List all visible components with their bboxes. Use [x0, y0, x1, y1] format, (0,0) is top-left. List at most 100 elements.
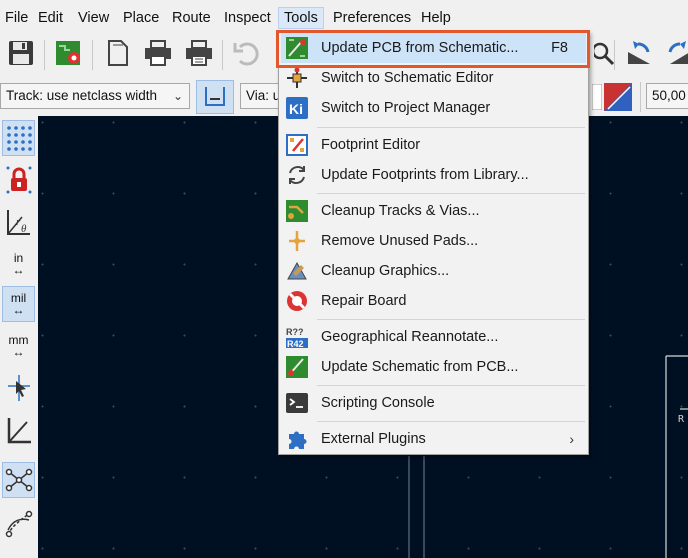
curved-ratsnest-toggle[interactable] [2, 506, 35, 542]
menu-help[interactable]: Help [416, 8, 456, 30]
canvas-reference-label: R [678, 414, 685, 425]
menu-edit[interactable]: Edit [33, 8, 68, 30]
print-icon [145, 40, 171, 66]
rotate-ccw-icon [628, 41, 650, 64]
polar-coords-icon: r θ [6, 210, 30, 235]
separator [44, 40, 45, 70]
menu-item-label: Cleanup Tracks & Vias... [321, 203, 480, 219]
footprint-editor-icon [285, 133, 309, 157]
polar-coords-toggle[interactable]: r θ [2, 204, 35, 240]
menu-item-footprint-editor[interactable]: Footprint Editor [281, 130, 586, 160]
separator [222, 40, 223, 70]
menu-item-scripting-console[interactable]: Scripting Console [281, 388, 586, 418]
chevron-right-icon: › [569, 431, 574, 447]
layer-icon [592, 84, 602, 110]
chevron-down-icon: ⌄ [172, 89, 183, 103]
page-icon [108, 40, 128, 66]
menu-separator [317, 127, 585, 128]
page-settings-button[interactable] [100, 36, 134, 70]
track-width-value: Track: use netclass width [6, 88, 158, 103]
cursor-icon [7, 375, 30, 401]
menu-separator [317, 193, 585, 194]
mils-icon: mil ↔ [11, 292, 26, 316]
plot-button[interactable] [182, 36, 216, 70]
menu-inspect[interactable]: Inspect [219, 8, 276, 30]
curved-ratsnest-icon [5, 510, 32, 538]
reannotate-icon: R?? R42 [285, 325, 309, 349]
menu-place[interactable]: Place [118, 8, 164, 30]
magnifier-icon [594, 42, 615, 66]
menu-separator [317, 385, 585, 386]
auto-track-width-toggle[interactable] [196, 80, 234, 114]
cleanup-tracks-icon [285, 199, 309, 223]
menu-item-switch-project[interactable]: Ki Switch to Project Manager [281, 93, 586, 123]
layer-pair-indicator[interactable] [602, 80, 634, 114]
menu-item-switch-schematic[interactable]: Switch to Schematic Editor [281, 63, 586, 93]
menu-route[interactable]: Route [167, 8, 216, 30]
save-button[interactable] [4, 36, 38, 70]
menu-item-cleanup-graphics[interactable]: Cleanup Graphics... [281, 256, 586, 286]
rotate-cw-icon [668, 41, 688, 64]
menu-item-geo-reannotate[interactable]: R?? R42 Geographical Reannotate... [281, 322, 586, 352]
track-width-icon [205, 87, 225, 106]
svg-text:θ: θ [21, 223, 27, 235]
menu-item-label: Update PCB from Schematic... [321, 40, 519, 56]
menu-item-label: Update Footprints from Library... [321, 167, 529, 183]
kicad-icon: Ki [285, 96, 309, 120]
menu-item-shortcut: F8 [551, 40, 568, 56]
units-mm-button[interactable]: mm ↔ [2, 328, 35, 364]
tools-menu: Update PCB from Schematic... F8 Switch t… [278, 30, 589, 455]
track-width-select[interactable]: Track: use netclass width ⌄ [0, 83, 190, 109]
cleanup-graphics-icon [285, 259, 309, 283]
board-setup-button[interactable] [52, 36, 86, 70]
ratsnest-toggle[interactable] [2, 462, 35, 498]
menu-tools[interactable]: Tools [278, 7, 324, 29]
menu-item-label: Repair Board [321, 293, 407, 309]
lock-toggle[interactable] [2, 162, 35, 198]
board-setup-icon [56, 41, 80, 65]
menu-item-update-footprints[interactable]: Update Footprints from Library... [281, 160, 586, 190]
plot-icon [186, 40, 212, 66]
print-button[interactable] [141, 36, 175, 70]
menu-view[interactable]: View [73, 8, 114, 30]
rotate-cw-button[interactable] [662, 36, 688, 70]
rotate-ccw-button[interactable] [622, 36, 656, 70]
svg-text:R??: R?? [286, 327, 304, 337]
menu-item-update-pcb[interactable]: Update PCB from Schematic... F8 [281, 33, 586, 63]
grid-zoom-select[interactable]: 50,00 [646, 83, 688, 109]
menu-item-label: Switch to Schematic Editor [321, 70, 494, 86]
refresh-icon [285, 163, 309, 187]
arrow-horizontal-icon: ↔ [12, 345, 25, 359]
puzzle-icon [285, 427, 309, 451]
menu-item-external-plugins[interactable]: External Plugins › [281, 424, 586, 454]
menu-item-repair-board[interactable]: Repair Board [281, 286, 586, 316]
menu-preferences[interactable]: Preferences [328, 8, 416, 30]
menu-item-label: Geographical Reannotate... [321, 329, 499, 345]
angle-icon [7, 418, 31, 444]
menu-item-cleanup-tracks[interactable]: Cleanup Tracks & Vias... [281, 196, 586, 226]
menu-file[interactable]: File [0, 8, 33, 30]
menu-item-label: Scripting Console [321, 395, 435, 411]
grid-toggle[interactable] [2, 120, 35, 156]
schematic-editor-icon [285, 66, 309, 90]
cursor-style-toggle[interactable] [2, 370, 35, 406]
separator [92, 40, 93, 70]
units-mils-button[interactable]: mil ↔ [2, 286, 35, 322]
arrow-horizontal-icon: ↔ [12, 303, 25, 317]
grid-icon [6, 126, 32, 151]
left-toolbar: r θ in ↔ mil ↔ mm ↔ [0, 116, 38, 558]
console-icon [285, 391, 309, 415]
undo-button[interactable] [229, 36, 263, 70]
menu-item-label: Cleanup Graphics... [321, 263, 450, 279]
units-inches-button[interactable]: in ↔ [2, 246, 35, 282]
menu-item-label: Update Schematic from PCB... [321, 359, 519, 375]
zoom-value: 50,00 [652, 88, 686, 103]
ratsnest-icon [5, 468, 32, 492]
angle-mode-toggle[interactable] [2, 412, 35, 448]
menu-item-remove-pads[interactable]: Remove Unused Pads... [281, 226, 586, 256]
menu-item-label: Switch to Project Manager [321, 100, 491, 116]
arrow-horizontal-icon: ↔ [12, 263, 25, 277]
zoom-button[interactable] [588, 36, 622, 70]
inches-icon: in ↔ [13, 252, 25, 276]
menu-item-update-schematic[interactable]: Update Schematic from PCB... [281, 352, 586, 382]
